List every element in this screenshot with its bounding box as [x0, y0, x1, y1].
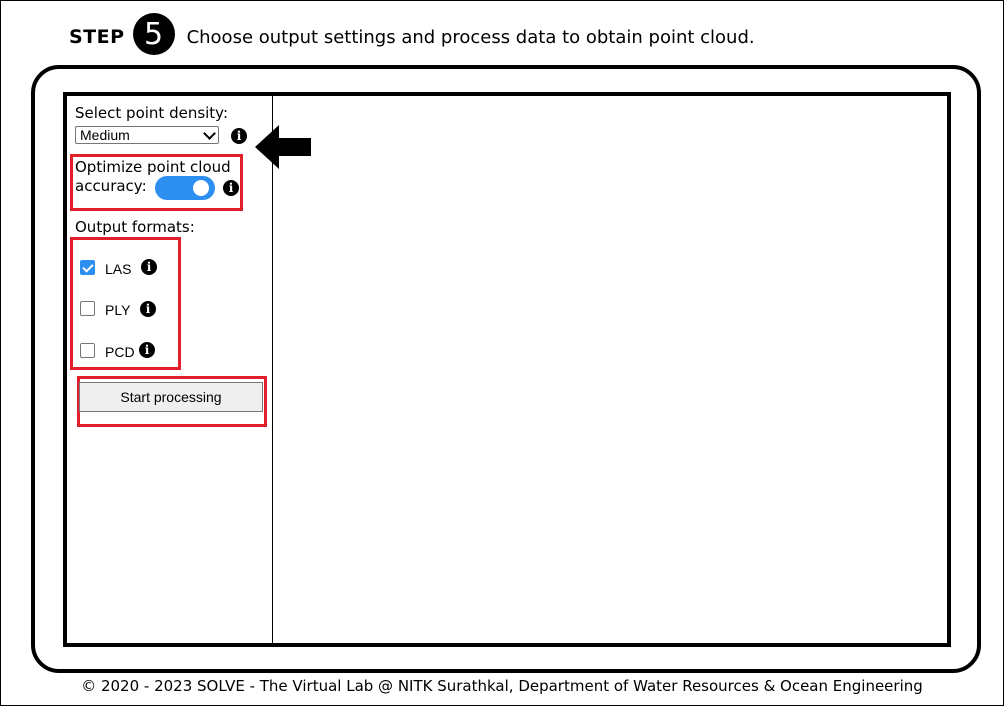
pcd-checkbox[interactable] — [80, 343, 95, 358]
density-select-value: Medium — [80, 127, 130, 143]
las-label: LAS — [105, 261, 132, 277]
footer-copyright: © 2020 - 2023 SOLVE - The Virtual Lab @ … — [81, 677, 923, 695]
info-icon[interactable]: i — [223, 180, 239, 196]
density-select[interactable]: Medium — [75, 126, 219, 144]
info-icon[interactable]: i — [231, 128, 247, 144]
info-icon[interactable]: i — [139, 342, 155, 358]
page: STEP 5 Choose output settings and proces… — [0, 0, 1004, 706]
las-checkbox[interactable] — [80, 260, 95, 275]
start-processing-button[interactable]: Start processing — [79, 382, 263, 412]
arrow-left-icon — [255, 125, 311, 169]
optimize-label-line2: accuracy: — [75, 177, 147, 195]
optimize-label-line1: Optimize point cloud — [75, 158, 231, 176]
step-header: STEP 5 Choose output settings and proces… — [69, 13, 755, 57]
step-word: STEP — [69, 26, 125, 48]
toggle-knob — [193, 180, 209, 196]
step-number-badge: 5 — [132, 13, 175, 55]
optimize-accuracy-toggle[interactable] — [155, 176, 215, 200]
formats-label: Output formats: — [75, 218, 195, 236]
step-description: Choose output settings and process data … — [186, 26, 755, 48]
chevron-down-icon — [203, 127, 216, 140]
info-icon[interactable]: i — [141, 259, 157, 275]
workspace-frame: Select point density: Medium i Optimize … — [63, 92, 951, 647]
ply-checkbox[interactable] — [80, 301, 95, 316]
pcd-label: PCD — [105, 344, 135, 360]
density-label: Select point density: — [75, 104, 229, 122]
ply-label: PLY — [105, 302, 131, 318]
settings-panel: Select point density: Medium i Optimize … — [67, 96, 273, 643]
info-icon[interactable]: i — [140, 301, 156, 317]
